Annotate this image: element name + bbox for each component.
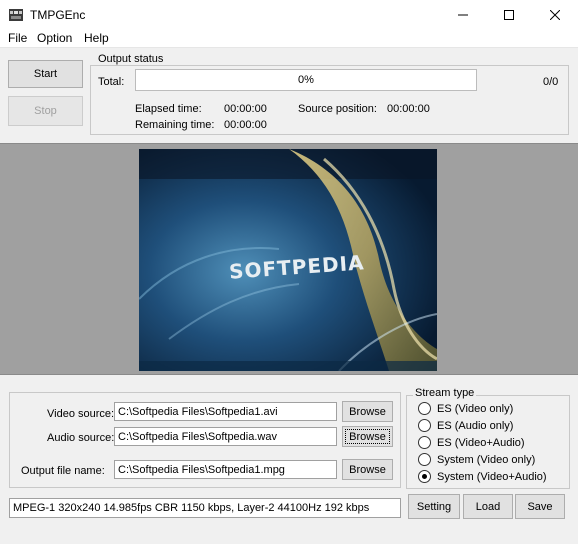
total-label: Total: (98, 76, 125, 88)
radio-es-audio[interactable] (418, 419, 431, 432)
stream-option-es-video[interactable]: ES (Video only) (418, 402, 513, 415)
elapsed-time-label: Elapsed time: (135, 103, 202, 115)
source-position-label: Source position: (298, 103, 377, 115)
save-button[interactable]: Save (515, 494, 565, 519)
video-source-field[interactable]: C:\Softpedia Files\Softpedia1.avi (114, 402, 337, 421)
menu-help[interactable]: Help (81, 31, 112, 45)
window-title: TMPGEnc (30, 8, 86, 22)
source-position-value: 00:00:00 (387, 103, 430, 115)
setting-button[interactable]: Setting (408, 494, 460, 519)
load-button[interactable]: Load (463, 494, 513, 519)
audio-browse-button[interactable]: Browse (342, 426, 393, 447)
remaining-time-value: 00:00:00 (224, 119, 267, 131)
total-progress-bar: 0% (135, 69, 477, 91)
maximize-icon (504, 10, 514, 20)
close-button[interactable] (532, 0, 578, 30)
stream-type-title: Stream type (413, 387, 477, 399)
video-preview-frame: SOFTPEDIA (139, 149, 437, 371)
output-file-field[interactable]: C:\Softpedia Files\Softpedia1.mpg (114, 460, 337, 479)
start-button[interactable]: Start (8, 60, 83, 88)
video-browse-button[interactable]: Browse (342, 401, 393, 422)
remaining-time-label: Remaining time: (135, 119, 215, 131)
stream-option-system-video-audio[interactable]: System (Video+Audio) (418, 470, 547, 483)
audio-source-field[interactable]: C:\Softpedia Files\Softpedia.wav (114, 427, 337, 446)
video-source-label: Video source: (47, 408, 115, 420)
minimize-icon (458, 14, 468, 16)
app-icon (8, 7, 24, 23)
audio-source-label: Audio source: (47, 432, 115, 444)
encoding-settings-status: MPEG-1 320x240 14.985fps CBR 1150 kbps, … (9, 498, 401, 518)
stream-option-system-video[interactable]: System (Video only) (418, 453, 535, 466)
stream-option-es-audio[interactable]: ES (Audio only) (418, 419, 513, 432)
radio-es-video[interactable] (418, 402, 431, 415)
stop-button[interactable]: Stop (8, 96, 83, 126)
progress-text: 0% (298, 74, 314, 86)
elapsed-time-value: 00:00:00 (224, 103, 267, 115)
output-status-title: Output status (96, 53, 166, 65)
radio-system-video-audio[interactable] (418, 470, 431, 483)
radio-es-video-audio[interactable] (418, 436, 431, 449)
output-browse-button[interactable]: Browse (342, 459, 393, 480)
radio-system-video[interactable] (418, 453, 431, 466)
close-icon (550, 10, 560, 20)
menu-file[interactable]: File (5, 31, 30, 45)
minimize-button[interactable] (440, 0, 486, 30)
stream-option-es-video-audio[interactable]: ES (Video+Audio) (418, 436, 525, 449)
progress-count: 0/0 (543, 76, 559, 88)
menu-option[interactable]: Option (34, 31, 75, 45)
output-file-label: Output file name: (21, 465, 105, 477)
maximize-button[interactable] (486, 0, 532, 30)
